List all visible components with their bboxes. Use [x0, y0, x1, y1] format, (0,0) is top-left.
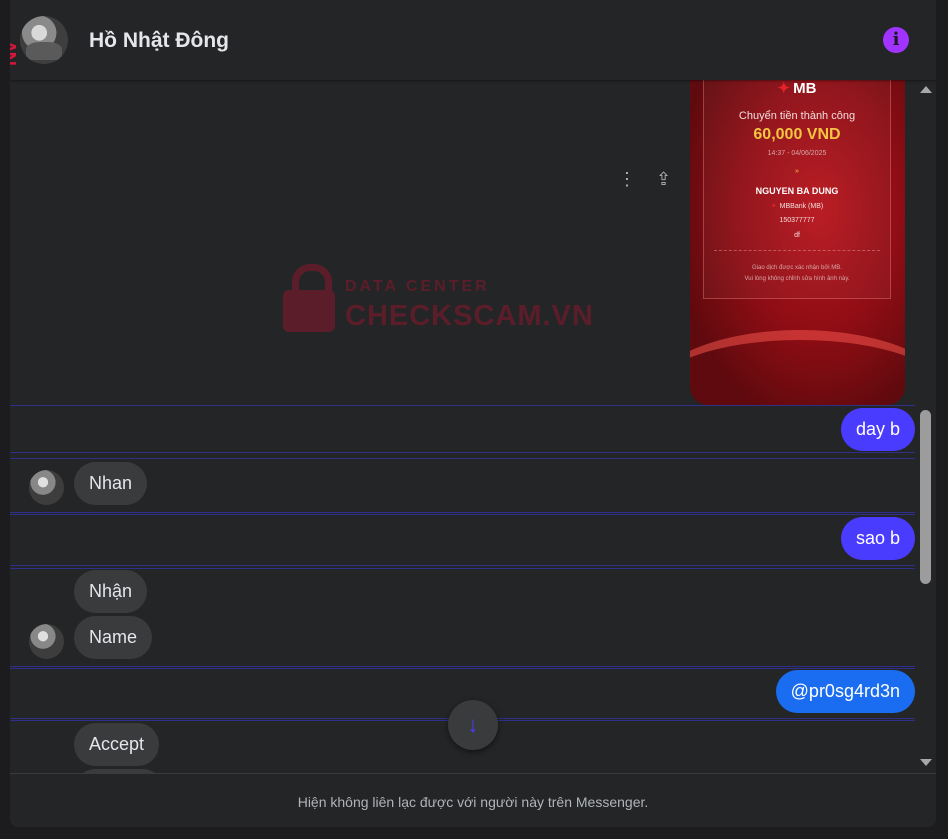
chat-header: NV Hồ Nhật Đông i: [10, 0, 936, 80]
receipt-account: 150377777: [779, 217, 815, 224]
bank-star-icon: ✦: [770, 203, 777, 210]
chat-window: NV Hồ Nhật Đông i ✦ MB Chuyển tiền thành …: [10, 0, 936, 827]
message-outgoing[interactable]: @pr0sg4rd3n: [775, 670, 915, 713]
bank-star-icon: ✦: [777, 80, 791, 97]
receipt-recipient-bank: ✦ MBBank (MB): [704, 202, 890, 210]
message-outgoing[interactable]: day b: [840, 408, 915, 451]
row-separator: [10, 565, 915, 566]
row-separator: [10, 568, 915, 569]
receipt-note-1: Giao dịch được xác nhận bởi MB.: [752, 265, 842, 271]
lock-icon: [283, 290, 335, 332]
watermark-big-text: CHECKSCAM.VN: [345, 300, 594, 332]
row-separator: [10, 452, 915, 453]
receipt-card: ✦ MB Chuyển tiền thành công 60,000 VND 14…: [703, 80, 891, 299]
more-options-icon[interactable]: ⋮: [618, 169, 636, 190]
contact-name[interactable]: Hồ Nhật Đông: [89, 29, 229, 53]
arrow-down-icon: ↓: [467, 712, 479, 737]
contact-avatar[interactable]: [20, 16, 68, 64]
row-separator: [10, 512, 915, 513]
watermark-small-text: DATA CENTER: [345, 278, 490, 295]
scroll-up-arrow[interactable]: [920, 86, 932, 93]
receipt-amount: 60,000 VND: [753, 126, 841, 143]
receipt-time: 14:37 - 04/06/2025: [767, 150, 827, 157]
receipt-bank: MB: [793, 80, 817, 97]
message-incoming[interactable]: Accept: [74, 723, 160, 766]
row-separator: [10, 514, 915, 515]
message-incoming[interactable]: Nhan: [74, 462, 148, 505]
receipt-swoosh: [690, 330, 905, 405]
receipt-recipient-bank-label: MBBank (MB): [779, 203, 824, 210]
message-incoming[interactable]: Nhận: [74, 570, 148, 613]
receipt-status: Chuyển tiền thành công: [738, 110, 856, 122]
receipt-note-2: Vui lòng không chỉnh sửa hình ảnh này.: [744, 276, 850, 282]
share-icon[interactable]: ⇪: [656, 169, 671, 190]
receipt-divider: [714, 250, 880, 251]
message-outgoing[interactable]: sao b: [840, 517, 915, 560]
row-separator: [10, 668, 915, 669]
row-separator: [10, 666, 915, 667]
receipt-memo: df: [794, 232, 800, 239]
unavailable-notice: Hiện không liên lạc được với người này t…: [297, 794, 649, 810]
row-separator: [10, 405, 915, 406]
watermark: DATA CENTER CHECKSCAM.VN: [283, 260, 603, 340]
receipt-recipient: NGUYEN BA DUNG: [755, 186, 839, 196]
message-incoming[interactable]: Name: [74, 616, 153, 659]
brand-mark: NV: [10, 42, 21, 66]
contact-avatar-small[interactable]: [29, 470, 64, 505]
contact-avatar-small[interactable]: [29, 624, 64, 659]
row-separator: [10, 458, 915, 459]
info-icon[interactable]: i: [883, 27, 909, 53]
receipt-image[interactable]: ✦ MB Chuyển tiền thành công 60,000 VND 14…: [690, 80, 905, 405]
message-actions: ⋮ ⇪: [618, 169, 671, 190]
scrollbar-thumb[interactable]: [920, 410, 931, 584]
receipt-bank-logo: ✦ MB: [704, 80, 890, 97]
scroll-to-bottom-button[interactable]: ↓: [448, 700, 498, 750]
message-list: ✦ MB Chuyển tiền thành công 60,000 VND 14…: [10, 80, 915, 773]
chevron-down-icon: »: [795, 168, 799, 175]
scroll-down-arrow[interactable]: [920, 759, 932, 766]
composer-area: Hiện không liên lạc được với người này t…: [10, 773, 936, 827]
scrollbar[interactable]: [915, 80, 936, 773]
